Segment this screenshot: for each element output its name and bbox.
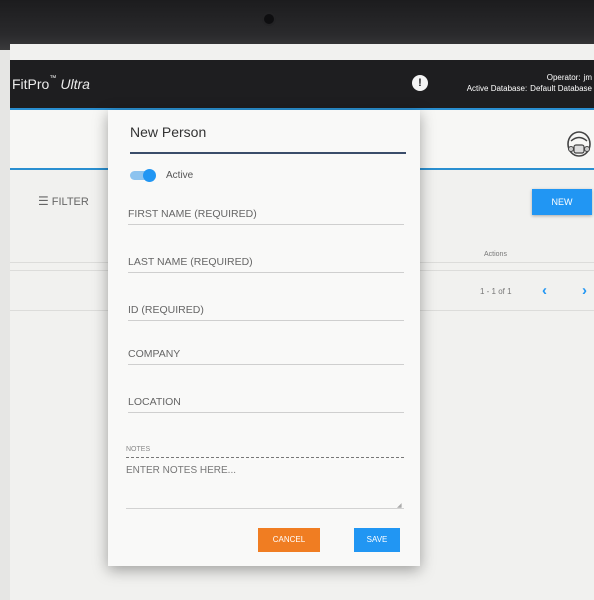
company-placeholder: COMPANY: [128, 348, 181, 360]
cancel-button[interactable]: CANCEL: [258, 528, 320, 552]
previous-page-icon[interactable]: ‹: [542, 282, 547, 299]
first-name-field[interactable]: FIRST NAME (REQUIRED): [128, 208, 404, 225]
pagination-text: 1 - 1 of 1: [480, 287, 512, 296]
active-toggle[interactable]: [130, 169, 156, 182]
filter-icon: ☰: [38, 194, 49, 208]
new-person-dialog: New Person Active FIRST NAME (REQUIRED) …: [108, 110, 420, 566]
active-label: Active: [166, 170, 194, 181]
database-value: Default Database: [530, 84, 592, 93]
next-page-icon[interactable]: ›: [582, 282, 587, 299]
company-field[interactable]: COMPANY: [128, 348, 404, 365]
id-field[interactable]: ID (REQUIRED): [128, 304, 404, 321]
new-button[interactable]: NEW: [532, 189, 592, 215]
operator-label: Operator:: [546, 73, 581, 82]
location-field[interactable]: LOCATION: [128, 396, 404, 413]
info-icon[interactable]: !: [412, 75, 428, 91]
monitor-bezel: [0, 0, 594, 50]
actions-column-header: Actions: [484, 251, 507, 258]
dialog-title: New Person: [130, 124, 207, 140]
last-name-placeholder: LAST NAME (REQUIRED): [128, 256, 253, 268]
notes-divider: [126, 457, 404, 458]
operator-value: jm: [583, 73, 592, 82]
id-placeholder: ID (REQUIRED): [128, 304, 204, 316]
notes-label: NOTES: [126, 446, 151, 453]
location-placeholder: LOCATION: [128, 396, 181, 408]
save-button[interactable]: SAVE: [354, 528, 400, 552]
webcam: [264, 14, 274, 24]
top-bar: FitPro™ Ultra ! Operator: jm Active Databa…: [10, 60, 594, 108]
filter-label: FILTER: [51, 196, 89, 208]
operator-info: Operator: jm Active Database: Default Data…: [467, 72, 592, 94]
brand-trademark: ™: [49, 75, 57, 82]
resize-grip-icon[interactable]: ◢: [397, 502, 402, 509]
last-name-field[interactable]: LAST NAME (REQUIRED): [128, 256, 404, 273]
database-label: Active Database:: [466, 84, 528, 93]
title-underline: [130, 152, 406, 154]
brand-suffix: Ultra: [60, 76, 90, 92]
filter-button[interactable]: ☰ FILTER: [38, 194, 89, 208]
toggle-knob: [143, 169, 156, 182]
app-logo: FitPro™ Ultra: [12, 75, 90, 92]
first-name-placeholder: FIRST NAME (REQUIRED): [128, 208, 257, 220]
notes-bottom-border: [126, 508, 404, 509]
brand-name: FitPro: [12, 76, 50, 92]
respirator-icon: [567, 131, 591, 157]
notes-textarea[interactable]: ENTER NOTES HERE...: [126, 465, 236, 476]
